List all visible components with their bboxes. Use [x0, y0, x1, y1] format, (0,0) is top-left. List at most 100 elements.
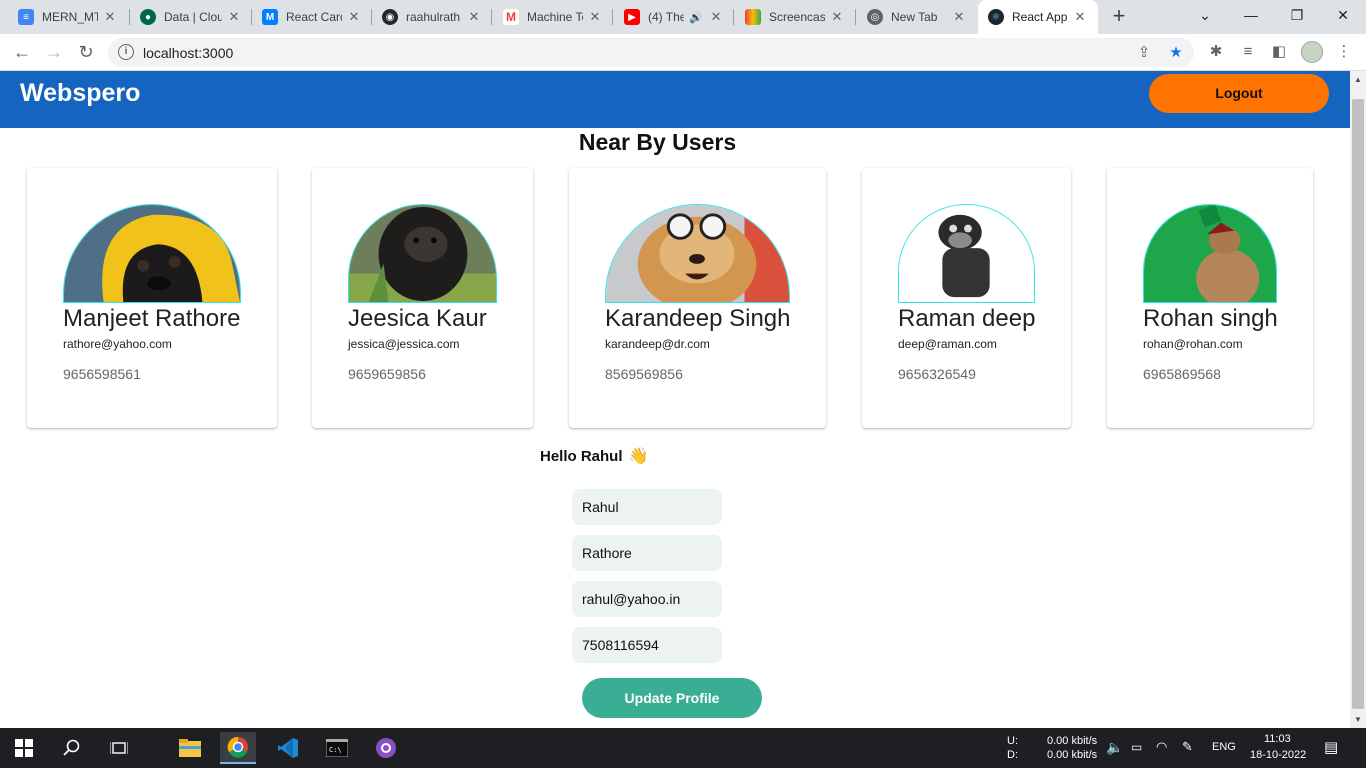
user-card[interactable]: Manjeet Rathore rathore@yahoo.com 965659…	[27, 168, 277, 428]
reload-icon[interactable]: ↻	[74, 40, 98, 64]
windows-taskbar: C:\ U: D: 0.00 kbit/s 0.00 kbit/s 🔈 ▭ ◠ …	[0, 728, 1366, 768]
user-photo	[898, 204, 1035, 303]
screencastify-icon	[745, 9, 761, 25]
user-photo	[63, 204, 241, 303]
greeting-label: Hello Rahul	[540, 448, 623, 465]
clock-date[interactable]: 18-10-2022	[1250, 749, 1306, 761]
close-icon[interactable]: ✕	[708, 9, 724, 25]
user-email: deep@raman.com	[898, 337, 997, 351]
page-content: Webspero Logout Near By Users Manjeet Ra…	[0, 71, 1350, 728]
close-icon[interactable]: ✕	[951, 9, 967, 25]
windows-start-icon[interactable]	[6, 732, 42, 764]
mongodb-icon: ●	[140, 9, 156, 25]
close-icon[interactable]: ✕	[829, 9, 845, 25]
logout-button[interactable]: Logout	[1149, 74, 1329, 113]
close-icon[interactable]: ✕	[102, 9, 118, 25]
tab-new-tab[interactable]: ◎ New Tab ✕	[857, 0, 977, 34]
volume-icon[interactable]: 🔈	[1106, 739, 1123, 756]
media-controls-icon[interactable]: ≡	[1237, 41, 1259, 63]
scrollbar-thumb[interactable]	[1352, 99, 1364, 709]
language-indicator[interactable]: ENG	[1212, 741, 1236, 753]
speaker-icon: 🔊	[689, 11, 703, 24]
phone-field[interactable]	[572, 627, 722, 663]
scroll-up-icon[interactable]: ▲	[1354, 75, 1362, 84]
chrome-icon: ◎	[867, 9, 883, 25]
close-icon[interactable]: ✕	[587, 9, 603, 25]
user-card[interactable]: Jeesica Kaur jessica@jessica.com 9659659…	[312, 168, 533, 428]
tab-mern-mt[interactable]: ≡ MERN_MT ✕	[8, 0, 128, 34]
github-icon: ◉	[382, 9, 398, 25]
user-phone: 9656598561	[63, 366, 141, 382]
share-icon[interactable]: ⇪	[1134, 43, 1154, 63]
scroll-down-icon[interactable]: ▼	[1354, 715, 1362, 724]
page-scrollbar[interactable]: ▲ ▼	[1350, 71, 1366, 728]
close-icon[interactable]: ✕	[466, 9, 482, 25]
file-explorer-icon[interactable]	[172, 732, 208, 764]
close-icon[interactable]: ✕	[1072, 9, 1088, 25]
minimize-button[interactable]: —	[1228, 0, 1274, 30]
brand-logo[interactable]: Webspero	[20, 79, 140, 108]
url-text: localhost:3000	[143, 45, 234, 61]
site-info-icon[interactable]: i	[118, 44, 134, 60]
github-desktop-icon[interactable]	[368, 732, 404, 764]
task-view-icon[interactable]	[101, 732, 137, 764]
user-email: rathore@yahoo.com	[63, 337, 172, 351]
clock-time[interactable]: 11:03	[1264, 733, 1291, 745]
user-email: karandeep@dr.com	[605, 337, 710, 351]
email-field[interactable]	[572, 581, 722, 617]
user-photo	[348, 204, 497, 303]
tab-youtube[interactable]: ▶ (4) The 🔊 ✕	[614, 0, 734, 34]
tab-screencast[interactable]: Screencast ✕	[735, 0, 855, 34]
docs-icon: ≡	[18, 9, 34, 25]
tab-react-card[interactable]: M React Card ✕	[252, 0, 372, 34]
tab-react-app[interactable]: ⚛ React App ✕	[978, 0, 1098, 34]
mui-icon: M	[262, 9, 278, 25]
restore-button[interactable]: ❐	[1274, 0, 1320, 30]
user-name: Karandeep Singh	[605, 305, 791, 332]
browser-tab-strip: ≡ MERN_MT ✕ ● Data | Clou ✕ M React Card…	[0, 0, 1366, 34]
user-card[interactable]: Raman deep deep@raman.com 9656326549	[862, 168, 1071, 428]
pen-icon[interactable]: ✎	[1182, 739, 1193, 755]
side-panel-icon[interactable]: ◧	[1268, 41, 1290, 63]
search-icon[interactable]	[54, 732, 90, 764]
tab-gmail[interactable]: M Machine Te ✕	[493, 0, 613, 34]
forward-icon[interactable]: →	[42, 40, 66, 64]
battery-icon[interactable]: ▭	[1131, 740, 1142, 754]
vscode-icon[interactable]	[270, 732, 306, 764]
terminal-icon[interactable]: C:\	[319, 732, 355, 764]
net-down-speed: 0.00 kbit/s	[1047, 749, 1098, 761]
svg-text:C:\: C:\	[329, 746, 342, 754]
tab-github[interactable]: ◉ raahulrath ✕	[372, 0, 492, 34]
browser-toolbar: ← → ↻ i localhost:3000 ⇪ ★ ✱ ≡ ◧ ⋮	[0, 34, 1366, 71]
user-email: jessica@jessica.com	[348, 337, 460, 351]
address-bar[interactable]: i localhost:3000 ⇪ ★	[108, 38, 1194, 67]
user-name: Jeesica Kaur	[348, 305, 487, 332]
user-name: Rohan singh	[1143, 305, 1278, 332]
user-photo	[605, 204, 790, 303]
user-card[interactable]: Rohan singh rohan@rohan.com 6965869568	[1107, 168, 1313, 428]
back-icon[interactable]: ←	[10, 40, 34, 64]
user-card[interactable]: Karandeep Singh karandeep@dr.com 8569569…	[569, 168, 826, 428]
waving-hand-icon: 👋	[628, 448, 649, 465]
wifi-icon[interactable]: ◠	[1156, 739, 1167, 755]
close-window-button[interactable]: ✕	[1320, 0, 1366, 30]
net-up-speed: 0.00 kbit/s	[1047, 735, 1098, 747]
user-name: Raman deep	[898, 305, 1036, 332]
close-icon[interactable]: ✕	[226, 9, 242, 25]
chrome-taskbar-icon[interactable]	[220, 732, 256, 764]
notifications-icon[interactable]: ▤	[1324, 738, 1338, 756]
tab-data-cloud[interactable]: ● Data | Clou ✕	[130, 0, 252, 34]
profile-avatar[interactable]	[1301, 41, 1323, 63]
page-title: Near By Users	[578, 129, 737, 155]
last-name-field[interactable]	[572, 535, 722, 571]
gmail-icon: M	[503, 9, 519, 25]
tab-search-icon[interactable]: ⌄	[1182, 0, 1228, 30]
update-profile-button[interactable]: Update Profile	[582, 678, 762, 718]
first-name-field[interactable]	[572, 489, 722, 525]
new-tab-button[interactable]: +	[1107, 4, 1131, 28]
menu-kebab-icon[interactable]: ⋮	[1333, 41, 1355, 63]
extensions-icon[interactable]: ✱	[1205, 41, 1227, 63]
close-icon[interactable]: ✕	[346, 9, 362, 25]
bookmark-star-icon[interactable]: ★	[1166, 43, 1186, 63]
net-down-label: D:	[1007, 749, 1018, 761]
